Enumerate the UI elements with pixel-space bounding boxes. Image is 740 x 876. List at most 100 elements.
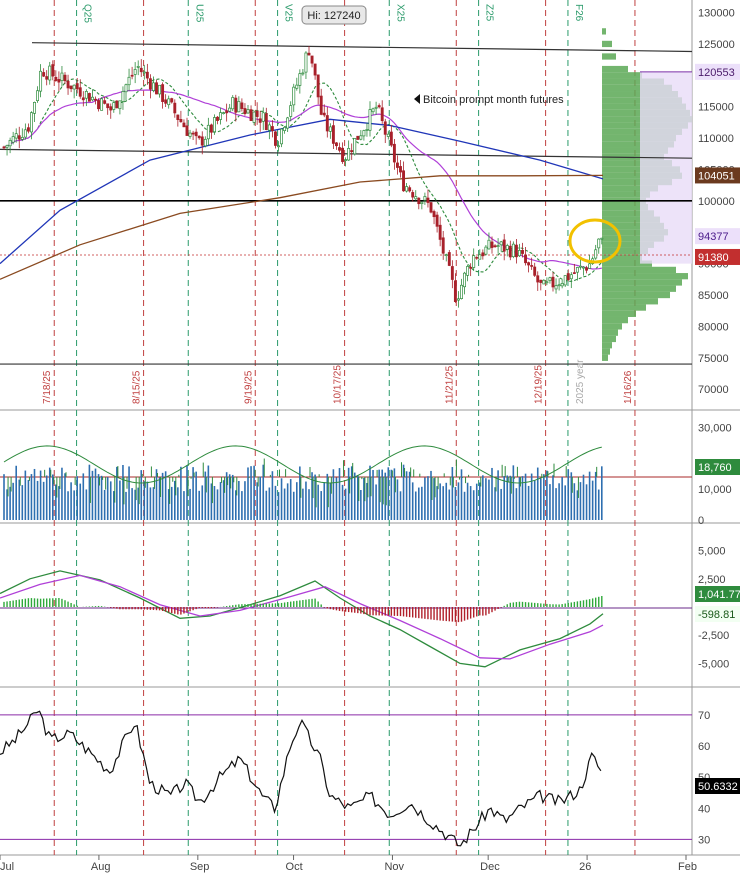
candle-body (258, 118, 262, 123)
candle-body (463, 272, 467, 288)
candle-body (255, 110, 259, 117)
candle-body (249, 109, 253, 121)
candle-body (145, 71, 149, 79)
candle-body (551, 276, 555, 288)
candle-body (335, 142, 338, 147)
candle-body (396, 162, 399, 168)
candle-body (539, 279, 543, 283)
candle-body (301, 72, 305, 75)
candle-body (536, 275, 540, 283)
candle-body (453, 280, 457, 302)
candle-body (216, 116, 219, 121)
candle-body (356, 135, 360, 140)
candle-body (237, 101, 241, 113)
candle-body (66, 80, 70, 89)
candle-body (298, 73, 302, 86)
date-label: 7/18/25 (42, 370, 53, 404)
candle-body (530, 265, 534, 267)
profile-bar (602, 28, 606, 35)
candle-body (26, 127, 30, 132)
candle-body (33, 102, 36, 114)
profile-bar (602, 342, 612, 349)
candle-body (472, 255, 476, 268)
candle-body (252, 111, 256, 123)
date-label: 1/16/26 (623, 370, 634, 404)
price-tick-label: 80000 (698, 321, 729, 333)
candle-body (231, 97, 235, 110)
profile-bar (602, 304, 646, 311)
candle-body (572, 272, 576, 274)
candle-body (225, 110, 229, 114)
tag-94377-text: 94377 (698, 231, 729, 243)
candle-body (441, 237, 445, 254)
candle-body (582, 266, 585, 269)
high-callout: Hi: 127240 (301, 5, 367, 25)
month-label: Sep (190, 861, 210, 873)
date-label: 11/21/25 (444, 365, 455, 404)
candle-body (319, 95, 323, 115)
price-tick-label: 110000 (698, 133, 734, 145)
candle-body (350, 150, 354, 153)
candle-body (499, 241, 503, 246)
candle-body (234, 97, 238, 113)
candle-body (475, 256, 479, 259)
candle-body (274, 131, 277, 146)
profile-bar (602, 53, 616, 60)
candle-body (575, 267, 579, 273)
price-tick-label: 130000 (698, 8, 735, 20)
candle-body (371, 108, 375, 113)
macd-tick-label: -2,500 (698, 630, 729, 642)
rsi-tick-label: 60 (698, 741, 710, 753)
candle-body (30, 112, 33, 133)
annotation: Bitcoin prompt month futures (414, 94, 564, 106)
candle-body (5, 145, 9, 148)
candle-body (133, 69, 137, 75)
candle-body (444, 254, 448, 256)
macd-tick-label: -5,000 (698, 658, 729, 670)
candle-body (423, 196, 427, 201)
candle-body (264, 113, 268, 130)
candle-body (392, 143, 396, 163)
candle-body (54, 76, 58, 81)
price-axis: 1300001250001200001150001100001050001000… (698, 8, 735, 847)
candle-body (194, 131, 198, 137)
candle-body (72, 84, 76, 90)
candle-body (84, 91, 88, 99)
candle-body (517, 250, 521, 257)
candle-body (200, 136, 204, 146)
candle-body (307, 52, 311, 56)
candle-body (508, 245, 512, 258)
tag-94377: 94377 (695, 228, 740, 245)
profile-bar (602, 291, 670, 299)
candle-body (267, 124, 271, 131)
candle-body (155, 82, 158, 95)
candle-body (405, 186, 409, 192)
rsi-tick-label: 70 (698, 710, 710, 722)
candle-body (289, 105, 293, 117)
candle-body (60, 72, 64, 81)
date-label: 9/19/25 (243, 370, 254, 404)
price-panel (0, 0, 692, 408)
candle-body (8, 140, 12, 147)
profile-bar (602, 285, 676, 292)
profile-bar (602, 329, 618, 336)
candle-body (270, 126, 274, 132)
candle-body (161, 84, 165, 102)
candle-body (94, 98, 97, 101)
candle-body (545, 281, 549, 284)
candle-body (542, 279, 546, 285)
candle-body (222, 112, 226, 114)
candle-body (124, 84, 128, 93)
candle-body (136, 66, 140, 68)
candle-body (548, 277, 552, 281)
candle-body (578, 265, 582, 268)
candle-body (359, 135, 363, 140)
macd-panel (0, 526, 692, 684)
candle-body (118, 100, 122, 110)
tag-signal: -598.81 (695, 606, 740, 622)
candle-body (97, 100, 100, 110)
candle-body (17, 135, 21, 140)
candle-body (347, 148, 351, 161)
candle-body (450, 266, 454, 280)
month-label: Jul (0, 861, 14, 873)
